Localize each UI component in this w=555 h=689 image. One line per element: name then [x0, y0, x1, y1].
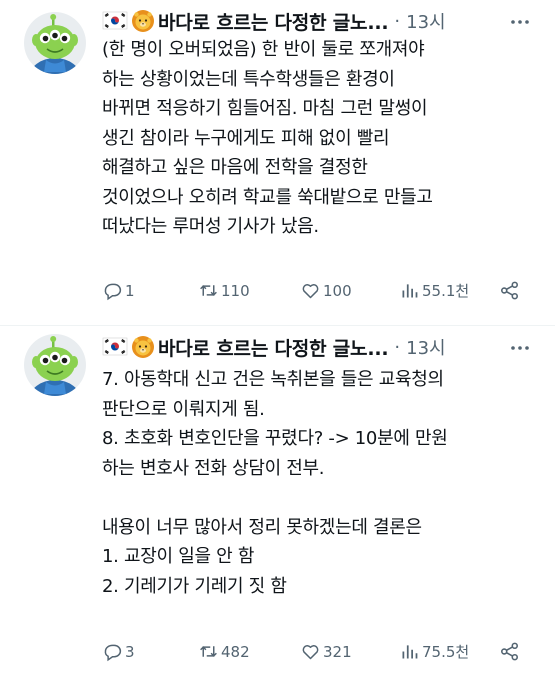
- separator-dot: ·: [394, 10, 401, 32]
- text-line: (한 명이 오버되었음) 한 반이 둘로 쪼개져야: [102, 39, 425, 60]
- text-line: 하는 변호사 전화 상담이 전부.: [102, 457, 325, 479]
- like-button[interactable]: 100: [300, 280, 352, 301]
- share-button[interactable]: [499, 641, 522, 662]
- tweet-card[interactable]: 바다로 흐르는 다정한 글노... · 13시 (한 명이 오버되었음) 한 반…: [0, 0, 555, 325]
- korea-flag-icon: [102, 337, 128, 356]
- views-count: 55.1천: [422, 282, 470, 300]
- retweet-button[interactable]: 110: [198, 280, 250, 301]
- tweet-text: 7. 아동학대 신고 건은 녹취본을 들은 교육청의 판단으로 이뤄지게 됨. …: [102, 365, 541, 601]
- text-line: 2. 기레기가 기레기 짓 함: [102, 575, 287, 597]
- text-line: 떠났다는 루머성 기사가 났음.: [102, 216, 319, 237]
- reply-icon: [104, 644, 122, 662]
- retweet-icon: [200, 646, 217, 657]
- avatar[interactable]: [24, 12, 86, 74]
- tweet-card[interactable]: 바다로 흐르는 다정한 글노... · 13시 7. 아동학대 신고 건은 녹취…: [0, 326, 555, 689]
- tweet-header: 바다로 흐르는 다정한 글노... · 13시: [102, 7, 539, 35]
- tweet-header: 바다로 흐르는 다정한 글노... · 13시: [102, 333, 539, 361]
- text-line: [102, 483, 541, 513]
- text-line: 7. 아동학대 신고 건은 녹취본을 들은 교육청의: [102, 369, 444, 390]
- avatar-alien: [24, 12, 86, 74]
- views-button[interactable]: 55.1천: [399, 280, 469, 301]
- reply-icon: [104, 283, 122, 301]
- views-icon: [402, 645, 418, 659]
- action-bar: 1 110 100 55.1천: [102, 280, 532, 304]
- retweet-count: 110: [221, 281, 250, 300]
- share-button[interactable]: [499, 280, 522, 301]
- text-line: 8. 초호화 변호인단을 꾸렸다? -> 10분에 만원: [102, 428, 448, 449]
- like-count: 100: [323, 281, 352, 300]
- views-icon: [402, 284, 418, 298]
- reply-count: 3: [125, 642, 135, 661]
- retweet-button[interactable]: 482: [198, 641, 250, 662]
- korea-flag-icon: [102, 11, 128, 30]
- retweet-count: 482: [221, 642, 250, 661]
- lion-face-icon: [132, 10, 154, 32]
- views-count: 75.5천: [422, 643, 470, 661]
- reply-count: 1: [125, 281, 135, 300]
- text-line: 판단으로 이뤄지게 됨.: [102, 398, 265, 420]
- action-bar: 3 482 321 75.5천: [102, 641, 532, 665]
- timestamp[interactable]: 13시: [406, 8, 445, 34]
- lion-face-icon: [132, 336, 154, 358]
- separator-dot: ·: [394, 336, 401, 358]
- avatar-alien: [24, 334, 86, 396]
- author-name[interactable]: 바다로 흐르는 다정한 글노...: [158, 334, 389, 361]
- text-line: 생긴 참이라 누구에게도 피해 없이 빨리: [102, 127, 390, 149]
- avatar[interactable]: [24, 334, 86, 396]
- retweet-icon: [200, 285, 217, 296]
- text-line: 것이었으나 오히려 학교를 쑥대밭으로 만들고: [102, 186, 433, 208]
- text-line: 해결하고 싶은 마음에 전학을 결정한: [102, 157, 368, 178]
- reply-button[interactable]: 1: [102, 280, 135, 301]
- like-count: 321: [323, 642, 352, 661]
- text-line: 바뀌면 적응하기 힘들어짐. 마침 그런 말썽이: [102, 98, 428, 119]
- more-icon[interactable]: [509, 11, 531, 33]
- share-icon: [501, 281, 518, 300]
- timestamp[interactable]: 13시: [406, 334, 445, 360]
- share-icon: [501, 642, 518, 661]
- like-button[interactable]: 321: [300, 641, 352, 662]
- tweet-text: (한 명이 오버되었음) 한 반이 둘로 쪼개져야 하는 상황이었는데 특수학생…: [102, 35, 541, 242]
- reply-button[interactable]: 3: [102, 641, 135, 662]
- text-line: 하는 상황이었는데 특수학생들은 환경이: [102, 68, 395, 90]
- author-name[interactable]: 바다로 흐르는 다정한 글노...: [158, 8, 389, 35]
- like-icon: [302, 645, 319, 660]
- text-line: 내용이 너무 많아서 정리 못하겠는데 결론은: [102, 516, 422, 538]
- views-button[interactable]: 75.5천: [399, 641, 469, 662]
- text-line: 1. 교장이 일을 안 함: [102, 546, 255, 567]
- more-icon[interactable]: [509, 337, 531, 359]
- like-icon: [302, 284, 319, 299]
